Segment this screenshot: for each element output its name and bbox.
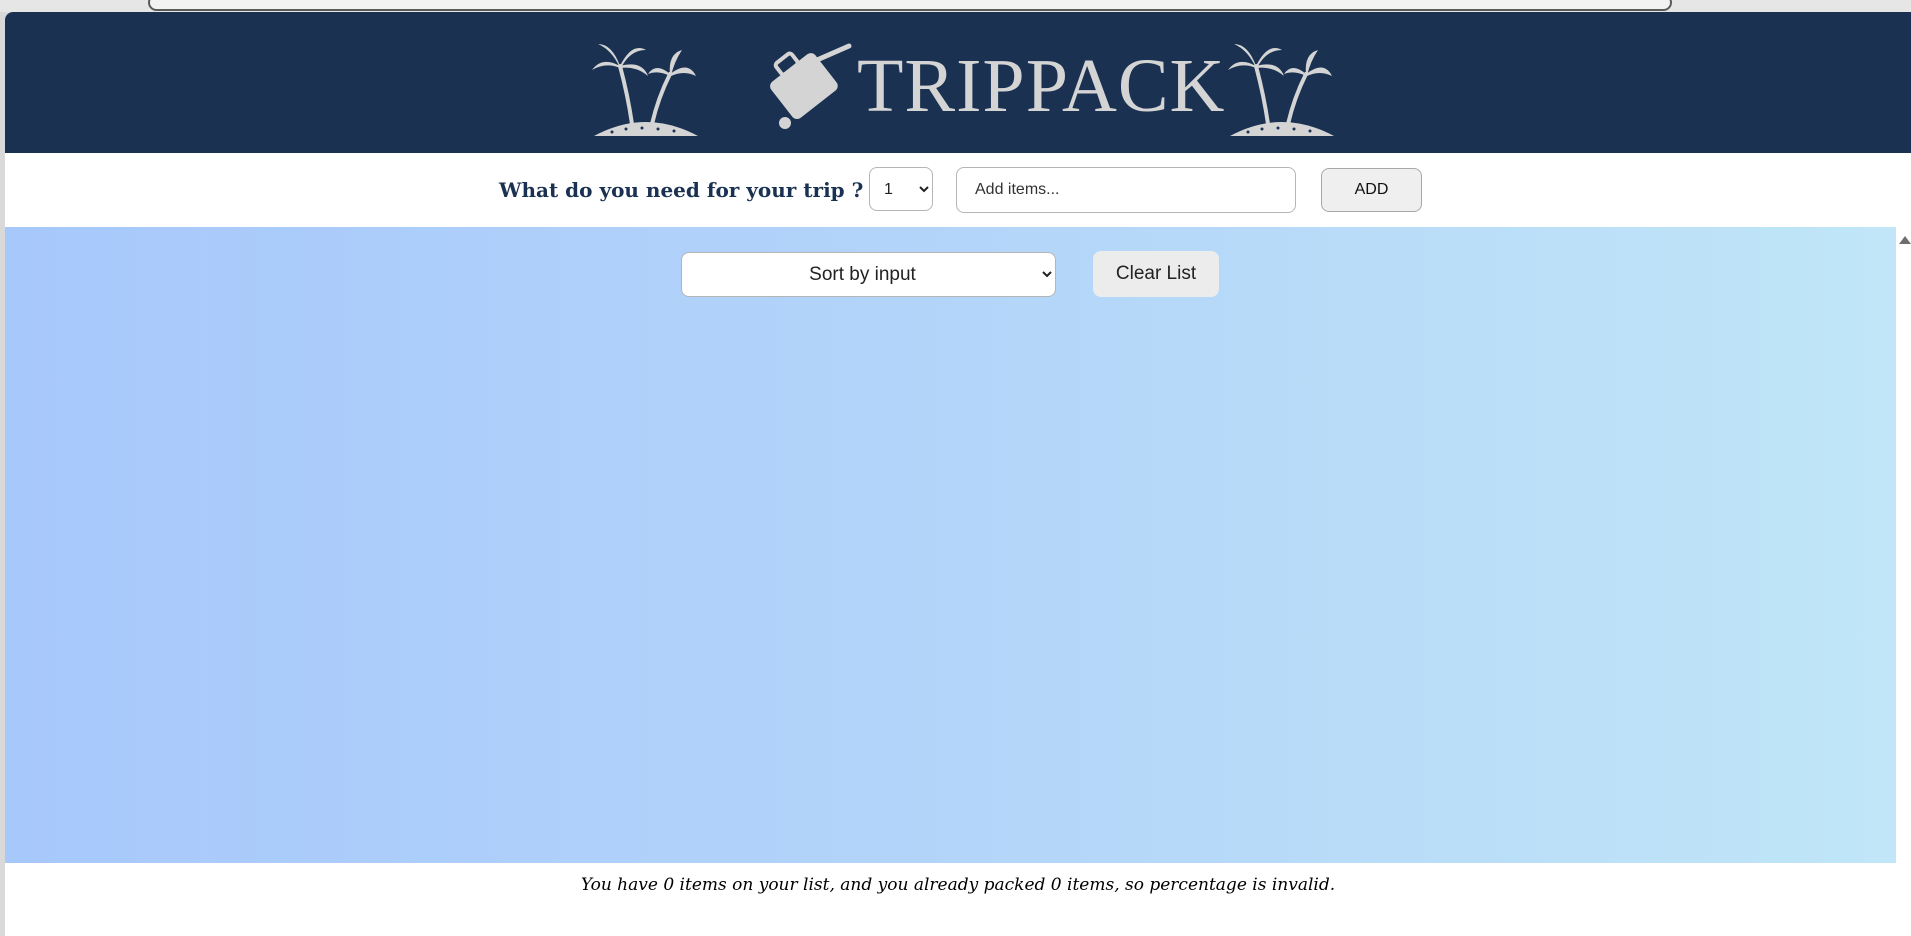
logo-text: TRIPPACK [857, 44, 1226, 128]
form-question: What do you need for your trip ? [499, 178, 864, 202]
luggage-icon [770, 43, 852, 129]
add-button[interactable]: ADD [1321, 168, 1422, 212]
browser-address-bar[interactable] [148, 0, 1672, 11]
scroll-up-arrow-icon[interactable] [1899, 236, 1911, 244]
add-item-form: What do you need for your trip ? 1 ADD [5, 153, 1911, 227]
clear-list-button[interactable]: Clear List [1093, 251, 1219, 297]
stats-footer: You have 0 items on your list, and you a… [5, 863, 1911, 936]
palm-tree-icon [592, 44, 698, 136]
trippack-app: TRIPPACK What do you need for your trip … [5, 12, 1911, 936]
sort-select[interactable]: Sort by input [681, 252, 1056, 297]
add-item-input[interactable] [956, 167, 1296, 213]
quantity-select[interactable]: 1 [869, 167, 933, 211]
header: TRIPPACK [5, 12, 1911, 153]
list-scrollbar[interactable] [1896, 227, 1911, 863]
stats-text: You have 0 items on your list, and you a… [580, 875, 1336, 895]
palm-tree-icon [1228, 44, 1334, 136]
packing-list-area: Sort by input Clear List [5, 227, 1896, 863]
browser-top-strip [0, 0, 1911, 12]
